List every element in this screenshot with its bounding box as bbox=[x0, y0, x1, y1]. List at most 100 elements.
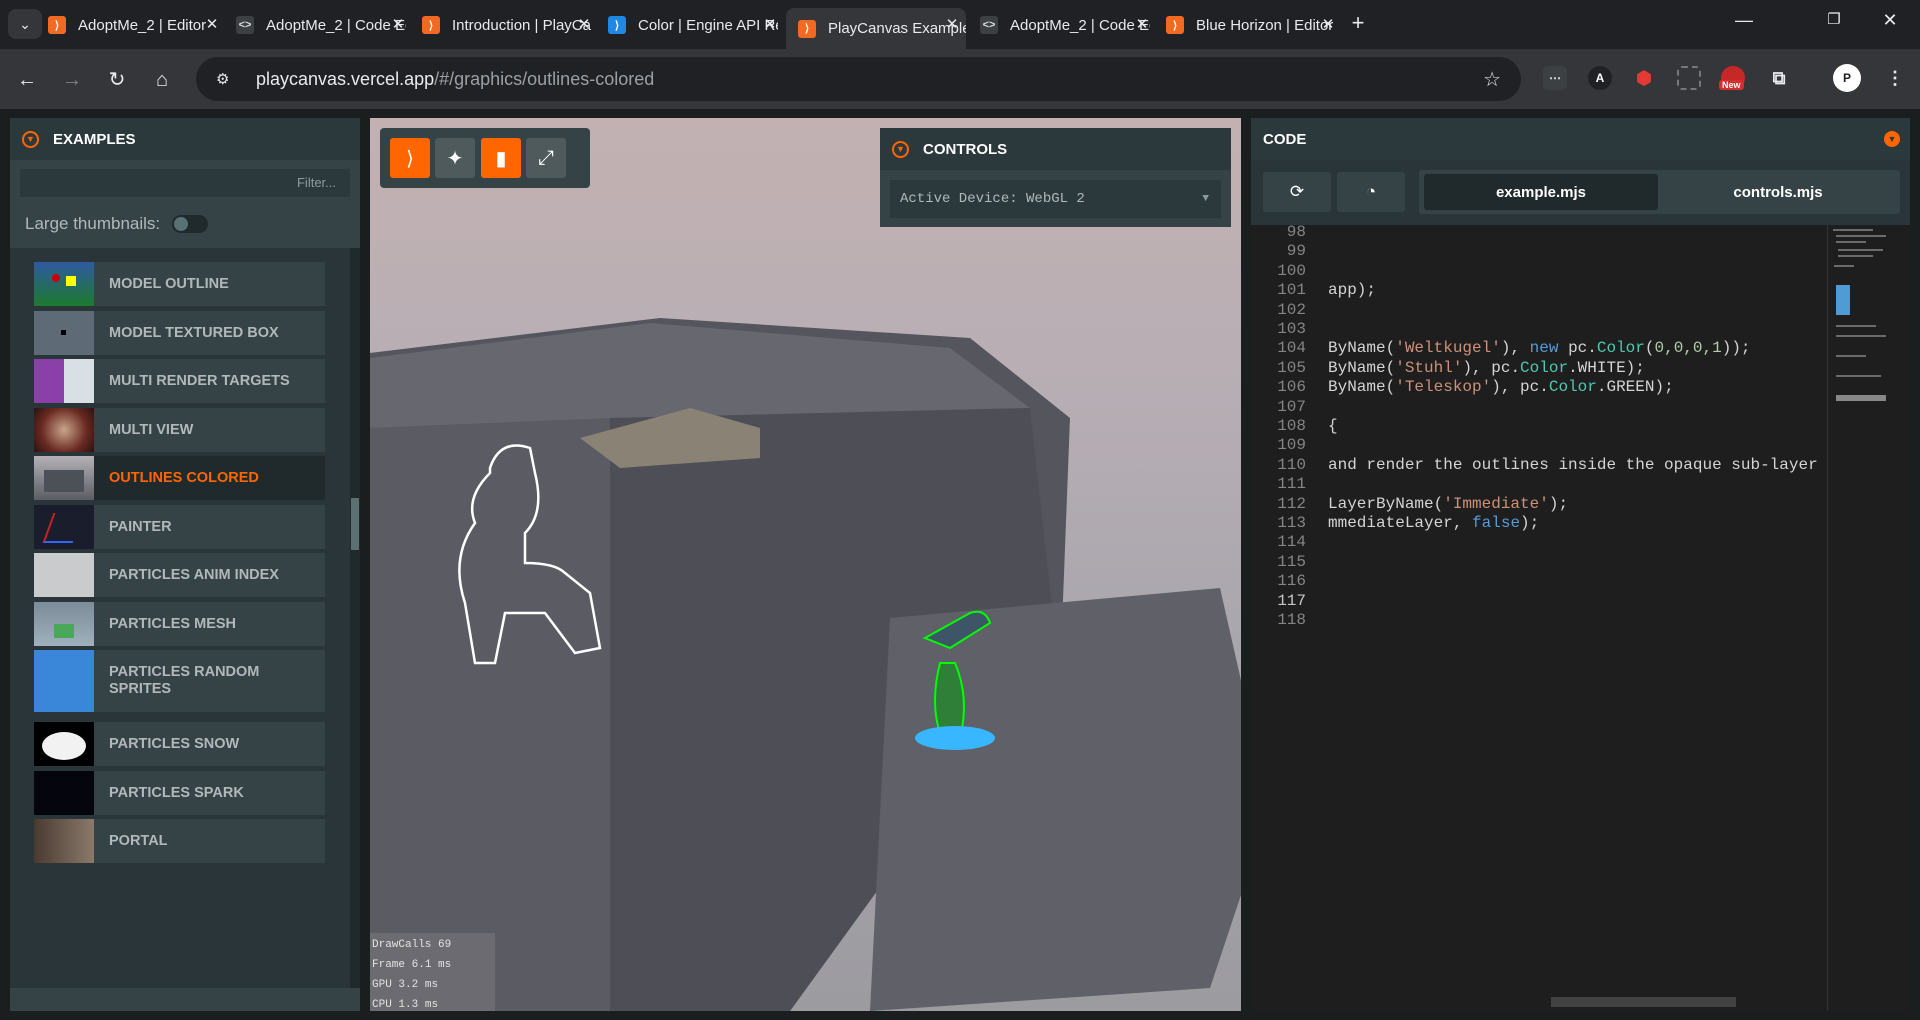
browser-tab[interactable]: ⟩ Blue Horizon | Editor ✕ bbox=[1166, 8, 1342, 42]
tab-controls-mjs[interactable]: controls.mjs bbox=[1661, 174, 1895, 210]
code-line: { bbox=[1328, 417, 1338, 435]
profile-avatar[interactable]: P bbox=[1833, 64, 1861, 92]
thumbnail bbox=[34, 650, 94, 712]
close-tab-icon[interactable]: ✕ bbox=[942, 15, 962, 35]
twitter-icon[interactable]: ✦ bbox=[435, 138, 475, 178]
code-line: and render the outlines inside the opaqu… bbox=[1328, 455, 1818, 474]
extension-new-icon[interactable]: New bbox=[1719, 66, 1745, 90]
examples-header[interactable]: ▼ EXAMPLES bbox=[10, 118, 360, 160]
thumbnail bbox=[34, 602, 94, 646]
tab-search-button[interactable]: ⌄ bbox=[8, 9, 42, 39]
forward-button[interactable]: → bbox=[59, 67, 85, 93]
thumbnail bbox=[34, 311, 94, 355]
list-item[interactable]: PARTICLES RANDOM SPRITES bbox=[34, 650, 325, 712]
thumbnail bbox=[34, 456, 94, 500]
browser-tab[interactable]: ⟩ Introduction | PlayCan ✕ bbox=[422, 8, 598, 42]
controls-panel: ▼ CONTROLS Active Device: WebGL 2 ▼ bbox=[880, 128, 1231, 227]
fullscreen-icon[interactable]: ⤢ bbox=[526, 138, 566, 178]
reload-button[interactable]: ↻ bbox=[104, 67, 130, 93]
browser-tab[interactable]: <> AdoptMe_2 | Code Ec ✕ bbox=[236, 8, 412, 42]
restore-button[interactable]: ❐ bbox=[1812, 10, 1856, 28]
list-item[interactable]: MULTI RENDER TARGETS bbox=[34, 359, 325, 403]
back-button[interactable]: ← bbox=[14, 67, 40, 93]
collapse-icon[interactable]: ▼ bbox=[1884, 131, 1900, 147]
browser-tab[interactable]: ⟩ AdoptMe_2 | Editor ✕ bbox=[48, 8, 226, 42]
close-tab-icon[interactable]: ✕ bbox=[1132, 15, 1152, 35]
line-number: 108 bbox=[1277, 417, 1306, 435]
drawcalls-row: DrawCalls 69 bbox=[372, 939, 452, 951]
line-number: 105 bbox=[1277, 358, 1306, 377]
new-tab-button[interactable]: + bbox=[1336, 10, 1380, 36]
puzzle-icon[interactable]: ⧉ bbox=[1767, 66, 1791, 90]
bookmark-star-icon[interactable]: ☆ bbox=[1483, 67, 1501, 92]
list-item[interactable]: PORTAL bbox=[34, 819, 325, 863]
line-number: 113 bbox=[1277, 514, 1306, 532]
tab-example-mjs[interactable]: example.mjs bbox=[1424, 174, 1658, 210]
cpu-row: CPU 1.3 ms bbox=[372, 999, 439, 1011]
home-button[interactable]: ⌂ bbox=[149, 67, 175, 93]
list-item[interactable]: PARTICLES SNOW bbox=[34, 722, 325, 766]
code-editor[interactable]: 98 99 100 101 app); 102 103 104 ByName('Weltkuge… bbox=[1251, 225, 1910, 1011]
site-info-icon[interactable]: ⚙ bbox=[216, 70, 238, 88]
github-icon[interactable]: ◔ bbox=[1337, 172, 1405, 212]
code-panel: CODE ▼ ⟳ ◔ example.mjs controls.mjs 98 99… bbox=[1251, 118, 1910, 1011]
list-item[interactable]: PARTICLES SPARK bbox=[34, 771, 325, 815]
gpu-row: GPU 3.2 ms bbox=[372, 979, 439, 991]
list-item[interactable]: MODEL OUTLINE bbox=[34, 262, 325, 306]
line-number: 114 bbox=[1277, 533, 1306, 552]
3d-viewport[interactable]: ⟩ ✦ ▮ ⤢ ▼ CONTROLS Active Device: WebGL … bbox=[370, 118, 1241, 1011]
code-line: app); bbox=[1328, 281, 1377, 300]
menu-icon[interactable]: ⋮ bbox=[1883, 66, 1907, 90]
filter-input[interactable]: Filter... bbox=[20, 169, 350, 197]
browser-tab[interactable]: <> AdoptMe_2 | Code Ec ✕ bbox=[980, 8, 1156, 42]
collapse-chevron-icon[interactable]: ▼ bbox=[892, 140, 909, 158]
stats-overlay: DrawCalls 69 Frame 6.1 ms GPU 3.2 ms CPU… bbox=[370, 933, 495, 1011]
extension-icon[interactable]: ⬢ bbox=[1632, 66, 1656, 90]
playcanvas-icon: ⟩ bbox=[48, 16, 66, 34]
examples-scrollbar[interactable] bbox=[350, 248, 360, 988]
playcanvas-logo-button[interactable]: ⟩ bbox=[390, 138, 430, 178]
line-number: 115 bbox=[1277, 552, 1306, 571]
playcanvas-icon: ⟩ bbox=[798, 19, 816, 38]
extension-icon[interactable]: A bbox=[1588, 66, 1612, 90]
list-item[interactable]: MODEL TEXTURED BOX bbox=[34, 311, 325, 355]
line-number: 106 bbox=[1277, 378, 1306, 397]
close-tab-icon[interactable]: ✕ bbox=[388, 15, 408, 35]
line-number: 99 bbox=[1286, 242, 1306, 261]
minimize-button[interactable]: — bbox=[1722, 10, 1766, 31]
list-item-selected[interactable]: OUTLINES COLORED bbox=[34, 456, 325, 500]
extension-icon[interactable]: ⋯ bbox=[1543, 66, 1567, 90]
close-tab-icon[interactable]: ✕ bbox=[1318, 15, 1338, 35]
active-device-select[interactable]: Active Device: WebGL 2 ▼ bbox=[890, 180, 1221, 218]
line-number: 117 bbox=[1277, 591, 1306, 610]
refresh-icon[interactable]: ⟳ bbox=[1263, 172, 1331, 212]
close-tab-icon[interactable]: ✕ bbox=[760, 15, 780, 35]
collapse-chevron-icon[interactable]: ▼ bbox=[22, 130, 39, 148]
list-item[interactable]: PARTICLES MESH bbox=[34, 602, 325, 646]
horizontal-scrollbar[interactable] bbox=[1551, 997, 1736, 1007]
browser-tab-strip: ⌄ ⟩ AdoptMe_2 | Editor ✕ <> AdoptMe_2 | … bbox=[0, 0, 1920, 49]
stats-chart-icon[interactable]: ▮ bbox=[481, 138, 521, 178]
thumbnail bbox=[34, 722, 94, 766]
scrollbar-thumb[interactable] bbox=[351, 498, 359, 550]
extension-icon[interactable] bbox=[1677, 66, 1701, 90]
browser-tab-active[interactable]: ⟩ PlayCanvas Examples ✕ bbox=[786, 8, 966, 49]
list-item[interactable]: MULTI VIEW bbox=[34, 408, 325, 452]
dropdown-arrow-icon: ▼ bbox=[1202, 193, 1209, 205]
code-minimap[interactable] bbox=[1827, 225, 1897, 1011]
close-window-button[interactable]: ✕ bbox=[1868, 10, 1912, 31]
frame-row: Frame 6.1 ms bbox=[372, 959, 452, 971]
close-tab-icon[interactable]: ✕ bbox=[574, 15, 594, 35]
list-item[interactable]: PARTICLES ANIM INDEX bbox=[34, 553, 325, 597]
address-bar[interactable]: ⚙ playcanvas.vercel.app/#/graphics/outli… bbox=[196, 57, 1521, 101]
browser-tab[interactable]: ⟩ Color | Engine API Re ✕ bbox=[608, 8, 784, 42]
playcanvas-icon: ⟩ bbox=[1166, 16, 1184, 34]
code-icon: <> bbox=[980, 16, 998, 34]
code-line: mmediateLayer, false); bbox=[1328, 514, 1540, 532]
large-thumbnails-toggle[interactable] bbox=[172, 215, 209, 233]
close-tab-icon[interactable]: ✕ bbox=[202, 15, 222, 35]
playcanvas-blue-icon: ⟩ bbox=[608, 16, 626, 34]
code-line: LayerByName('Immediate'); bbox=[1328, 494, 1569, 513]
list-item[interactable]: PAINTER bbox=[34, 505, 325, 549]
controls-header[interactable]: ▼ CONTROLS bbox=[880, 128, 1231, 170]
